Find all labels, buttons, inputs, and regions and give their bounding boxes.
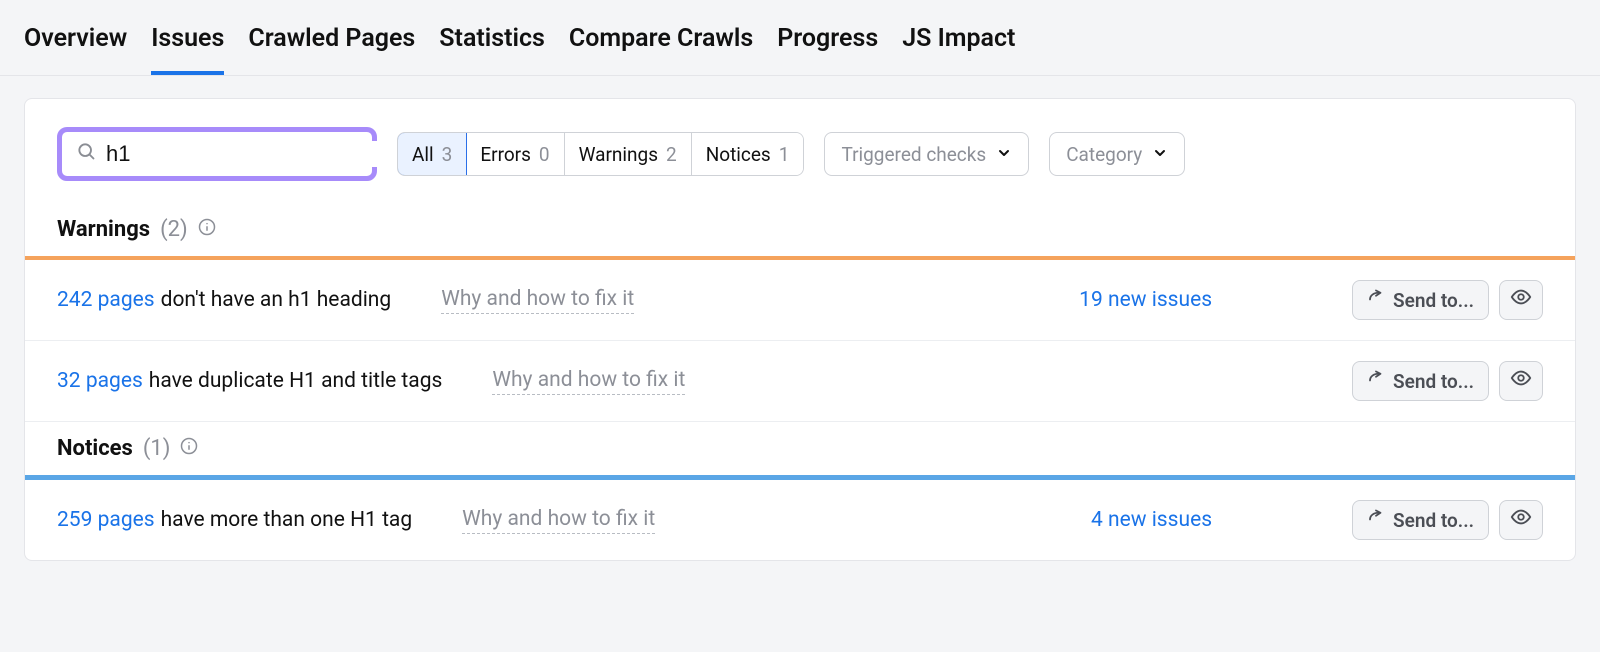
chevron-down-icon [996, 143, 1012, 166]
notices-section-header: Notices (1) [25, 422, 1575, 475]
notices-title: Notices [57, 436, 133, 461]
severity-filter: All 3 Errors 0 Warnings 2 Notices 1 [397, 132, 804, 176]
chevron-down-icon [1152, 143, 1168, 166]
tab-compare-crawls[interactable]: Compare Crawls [569, 18, 753, 75]
view-button[interactable] [1499, 500, 1543, 540]
eye-icon [1510, 367, 1532, 395]
tab-progress[interactable]: Progress [777, 18, 878, 75]
warnings-count: (2) [160, 217, 188, 242]
send-to-label: Send to... [1393, 509, 1474, 532]
filter-warnings-label: Warnings [579, 143, 658, 166]
eye-icon [1510, 506, 1532, 534]
why-how-fix-link[interactable]: Why and how to fix it [462, 507, 655, 534]
new-issues-link[interactable]: 19 new issues [1079, 288, 1212, 312]
issue-pages-link[interactable]: 32 pages [57, 369, 143, 393]
issues-card: All 3 Errors 0 Warnings 2 Notices 1 Trig… [24, 98, 1576, 561]
send-to-button[interactable]: Send to... [1352, 361, 1489, 401]
why-how-fix-link[interactable]: Why and how to fix it [492, 368, 685, 395]
filter-notices[interactable]: Notices 1 [692, 133, 804, 175]
info-icon[interactable] [180, 436, 198, 461]
tab-issues[interactable]: Issues [151, 18, 224, 75]
warnings-section-header: Warnings (2) [25, 203, 1575, 256]
tab-crawled-pages[interactable]: Crawled Pages [248, 18, 415, 75]
share-arrow-icon [1367, 509, 1385, 532]
triggered-checks-label: Triggered checks [841, 143, 986, 166]
main-tabs: Overview Issues Crawled Pages Statistics… [0, 0, 1600, 76]
warnings-title: Warnings [57, 217, 150, 242]
tab-statistics[interactable]: Statistics [439, 18, 545, 75]
share-arrow-icon [1367, 289, 1385, 312]
search-input[interactable] [100, 141, 400, 167]
notices-block: Notices (1) 259 pages have more than one… [25, 422, 1575, 560]
issue-text: don't have an h1 heading [161, 288, 392, 312]
row-actions: Send to... [1352, 280, 1543, 320]
view-button[interactable] [1499, 280, 1543, 320]
share-arrow-icon [1367, 370, 1385, 393]
row-actions: Send to... [1352, 500, 1543, 540]
send-to-button[interactable]: Send to... [1352, 500, 1489, 540]
send-to-label: Send to... [1393, 370, 1474, 393]
issue-row: 259 pages have more than one H1 tag Why … [25, 480, 1575, 560]
eye-icon [1510, 286, 1532, 314]
filter-errors-count: 0 [539, 143, 550, 166]
issue-description: 242 pages don't have an h1 heading [57, 288, 391, 312]
filter-notices-count: 1 [779, 143, 790, 166]
tab-js-impact[interactable]: JS Impact [902, 18, 1015, 75]
filter-notices-label: Notices [706, 143, 771, 166]
issue-row: 32 pages have duplicate H1 and title tag… [25, 341, 1575, 422]
filter-warnings-count: 2 [666, 143, 677, 166]
tab-overview[interactable]: Overview [24, 18, 127, 75]
issue-description: 259 pages have more than one H1 tag [57, 508, 412, 532]
send-to-button[interactable]: Send to... [1352, 280, 1489, 320]
issue-description: 32 pages have duplicate H1 and title tag… [57, 369, 442, 393]
filter-all-count: 3 [442, 143, 453, 166]
why-how-fix-link[interactable]: Why and how to fix it [441, 287, 634, 314]
filter-errors-label: Errors [480, 143, 531, 166]
filter-errors[interactable]: Errors 0 [466, 133, 564, 175]
search-wrap [57, 127, 377, 181]
triggered-checks-dropdown[interactable]: Triggered checks [824, 132, 1029, 176]
send-to-label: Send to... [1393, 289, 1474, 312]
info-icon[interactable] [198, 217, 216, 242]
row-actions: Send to... [1352, 361, 1543, 401]
search-icon [76, 141, 96, 167]
issue-pages-link[interactable]: 259 pages [57, 508, 155, 532]
category-label: Category [1066, 143, 1142, 166]
issues-toolbar: All 3 Errors 0 Warnings 2 Notices 1 Trig… [25, 99, 1575, 203]
category-dropdown[interactable]: Category [1049, 132, 1185, 176]
issue-text: have duplicate H1 and title tags [149, 369, 443, 393]
new-issues-link[interactable]: 4 new issues [1091, 508, 1212, 532]
filter-all-label: All [412, 143, 434, 166]
filter-all[interactable]: All 3 [397, 132, 467, 176]
issue-pages-link[interactable]: 242 pages [57, 288, 155, 312]
filter-warnings[interactable]: Warnings 2 [565, 133, 692, 175]
view-button[interactable] [1499, 361, 1543, 401]
issue-row: 242 pages don't have an h1 heading Why a… [25, 260, 1575, 341]
issue-text: have more than one H1 tag [161, 508, 413, 532]
notices-count: (1) [143, 436, 171, 461]
